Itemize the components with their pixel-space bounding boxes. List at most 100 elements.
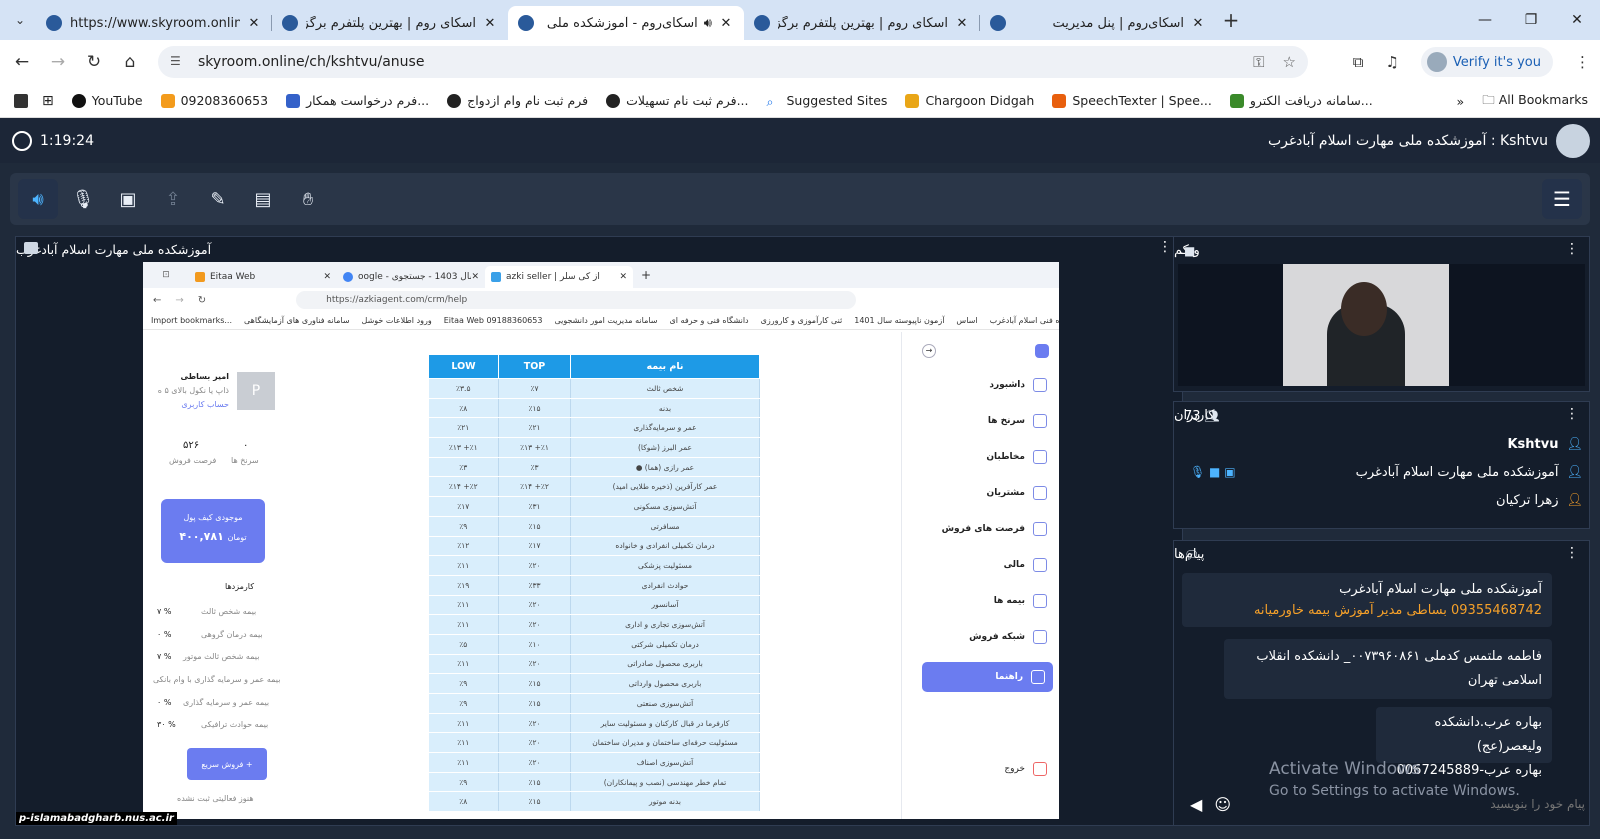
table-row: ٪۱۱ ٪۲۰ مسئولیت حرفه‌ای ساختمان و مدیران س… bbox=[428, 732, 760, 754]
site-info-icon[interactable]: ☰ bbox=[170, 54, 186, 70]
webcam-panel: ■ وبکم ⋮ bbox=[1173, 236, 1590, 392]
nav-opportunities: فرصت های فروش bbox=[942, 514, 1047, 544]
camera-off-icon[interactable]: ▣ bbox=[108, 179, 148, 219]
all-bookmarks[interactable]: 🗀︎ All Bookmarks bbox=[1482, 91, 1588, 112]
table-row: ٪۱۱ ٪۲۰ باربری محصول صادراتی bbox=[428, 654, 760, 675]
address-bar: ← → ↻ ⌂ ☰ skyroom.online/ch/kshtvu/anuse… bbox=[0, 40, 1600, 84]
table-row: ٪۱۱ ٪۲۰ مسئولیت پزشکی bbox=[428, 555, 760, 576]
speaker-toggle-icon[interactable]: 🔊︎ bbox=[18, 179, 58, 219]
raise-hand-icon[interactable]: ✋︎ bbox=[288, 179, 328, 219]
network-icon bbox=[1033, 630, 1047, 644]
room-title: Kshtvu : آموزشکده ملی مهارت اسلام آبادغر… bbox=[1267, 132, 1548, 149]
webcam-feed bbox=[1178, 264, 1585, 386]
gear-green-icon bbox=[1229, 93, 1244, 108]
reload-icon[interactable]: ↻ bbox=[76, 52, 112, 72]
shared-page-body: P امیر بساطی ذاپ یا نکول بالای ۵ ه حساب … bbox=[143, 332, 1059, 819]
bookmark-cooperation-form[interactable]: فرم درخواست همکار... bbox=[286, 93, 429, 108]
bookmark-orange-icon bbox=[160, 93, 175, 108]
browser-menu-icon[interactable]: ⋮ bbox=[1575, 53, 1590, 71]
back-icon[interactable]: ← bbox=[4, 52, 40, 72]
user-row[interactable]: زهرا ترکیان 👤︎ bbox=[1180, 486, 1583, 514]
session-timer: 1:19:24 bbox=[12, 130, 94, 151]
chargoon-icon bbox=[905, 93, 920, 108]
stage-options-icon[interactable]: ⋮ bbox=[1158, 239, 1172, 255]
table-row: ٪۹ ٪۱۵ تمام خطر مهندسی (نصب و پیمانکاران) bbox=[428, 772, 760, 793]
more-bookmarks-icon[interactable]: » bbox=[1457, 94, 1465, 109]
table-row: ٪۳ ٪۳ عمر رازی (هما) ● bbox=[428, 457, 760, 478]
shared-tab-azki: azki seller | از کی سلر ✕ bbox=[485, 266, 633, 288]
bookmark-facilities[interactable]: فرم ثبت نام تسهیلات... bbox=[606, 93, 749, 108]
bookmark-star-icon[interactable]: ☆ bbox=[1283, 53, 1296, 71]
close-tab-icon[interactable]: ✕ bbox=[246, 16, 262, 31]
bookmark-phone[interactable]: 09208360653 bbox=[160, 93, 268, 108]
bookmark-suggested-sites[interactable]: ⌕ Suggested Sites bbox=[767, 93, 888, 109]
table-row: ٪۱۱ ٪۲۰ آتش‌سوزی تجاری و اداری bbox=[428, 614, 760, 635]
message-item: فاطمه ملتمس کدملی ۰۰۷۳۹۶۰۸۶۱_ دانشکده ان… bbox=[1224, 639, 1552, 699]
video-camera-icon: ■ bbox=[1184, 244, 1196, 258]
browser-tab-1[interactable]: https://www.skyroom.online/ch✕ bbox=[36, 6, 272, 40]
bookmark-chargoon[interactable]: Chargoon Didgah bbox=[905, 93, 1034, 108]
verify-button[interactable]: Verify it's you bbox=[1420, 47, 1553, 77]
media-control-icon[interactable]: ♫ bbox=[1385, 53, 1398, 71]
table-row: ٪۸ ٪۱۵ بدنه موتور bbox=[428, 791, 760, 813]
browser-tab-4[interactable]: اسکای روم | بهترین پلتفرم برگزاری✕ bbox=[744, 6, 980, 40]
table-row: ٪۱۲ ٪۱۷ درمان تکمیلی انفرادی و خانواده bbox=[428, 536, 760, 557]
person-icon: 👤︎ bbox=[1566, 492, 1583, 508]
home-icon[interactable]: ⌂ bbox=[112, 52, 148, 72]
insurance-commission-table: LOW TOP نام بیمه ٪۳.۵ ٪۷ شخص ثالث ٪۸ ٪۱۵ بدنه… bbox=[428, 354, 760, 813]
app-logo-icon bbox=[1035, 344, 1049, 358]
table-row: ٪۱۳ +٪۱ ٪۱۳ +٪۱ عمر البرز (شوکا) bbox=[428, 437, 760, 458]
wallet-card: موجودی کیف پول ۴۰۰,۷۸۱ تومان bbox=[161, 499, 265, 563]
bookmarks-bar: ⊞ YouTube 09208360653 فرم درخواست همکار.… bbox=[0, 84, 1600, 118]
close-tab-icon[interactable]: ✕ bbox=[718, 16, 734, 31]
close-tab-icon[interactable]: ✕ bbox=[954, 16, 970, 31]
url-text: skyroom.online/ch/kshtvu/anuse bbox=[198, 54, 425, 70]
hamburger-menu-icon[interactable]: ☰ bbox=[1542, 179, 1582, 219]
user-row[interactable]: 🎙︎ ■ ▣ آموزشکده ملی مهارت اسلام آبادغرب 👤︎ bbox=[1180, 458, 1583, 486]
screen-share-icon[interactable]: ⇪ bbox=[153, 179, 193, 219]
table-row: ٪۳.۵ ٪۷ شخص ثالث bbox=[428, 378, 760, 399]
table-row: ٪۱۱ ٪۲۰ آتش‌سوزی اصناف bbox=[428, 752, 760, 773]
user-avatar[interactable] bbox=[1556, 124, 1590, 158]
new-tab-button[interactable]: + bbox=[1216, 8, 1246, 32]
webcam-options-icon[interactable]: ⋮ bbox=[1565, 241, 1579, 257]
emoji-icon[interactable]: ☺ bbox=[1214, 795, 1231, 814]
browser-tab-2[interactable]: اسکای روم | بهترین پلتفرم برگزاری✕ bbox=[272, 6, 508, 40]
bookmark-electronic[interactable]: سامانه دریافت الکترو... bbox=[1229, 93, 1373, 108]
speaker-icon[interactable]: 🔊︎ bbox=[704, 16, 712, 31]
forward-icon[interactable]: → bbox=[40, 52, 76, 72]
table-row: ٪۱۴ +٪۲ ٪۱۴ +٪۲ عمر کارآفرین (ذخیره طلایی … bbox=[428, 476, 760, 498]
send-icon[interactable]: ◀ bbox=[1190, 795, 1202, 814]
opportunities-icon bbox=[1033, 522, 1047, 536]
browser-tab-5[interactable]: اسکای‌روم | پنل مدیریت ✕ bbox=[980, 6, 1216, 40]
bookmark-blue-icon bbox=[286, 93, 301, 108]
shared-screen: ⊡ Eitaa Web✕ oogle - شعارسال 1403 - جستج… bbox=[143, 262, 1059, 819]
close-window-icon[interactable]: ✕ bbox=[1554, 0, 1600, 40]
bookmark-speechtexter[interactable]: SpeechTexter | Spee... bbox=[1052, 93, 1212, 108]
extensions-icon[interactable]: ⧉ bbox=[1353, 53, 1364, 71]
chat-icon: 💬︎ bbox=[1184, 548, 1200, 562]
password-key-icon[interactable]: ⚿ bbox=[1253, 53, 1264, 71]
shared-tab-bar: ⊡ Eitaa Web✕ oogle - شعارسال 1403 - جستج… bbox=[143, 262, 1059, 288]
person-icon: 👤︎ bbox=[1566, 436, 1583, 452]
tab-search-icon[interactable]: ⌄ bbox=[4, 4, 36, 36]
window-controls: — ❐ ✕ bbox=[1462, 0, 1600, 40]
windows-activation-watermark: Activate Windows Go to Settings to activ… bbox=[1269, 759, 1520, 799]
whiteboard-pen-icon[interactable]: ✎ bbox=[198, 179, 238, 219]
close-tab-icon[interactable]: ✕ bbox=[482, 16, 498, 31]
bookmark-youtube[interactable]: YouTube bbox=[71, 93, 143, 108]
nav-logout: خروج bbox=[1004, 754, 1047, 784]
close-tab-icon[interactable]: ✕ bbox=[1190, 16, 1206, 31]
user-row[interactable]: Kshtvu 👤︎ bbox=[1180, 430, 1583, 458]
side-panel-icon[interactable] bbox=[14, 93, 28, 108]
bookmark-marriage-loan[interactable]: فرم ثبت نام وام ازدواج bbox=[447, 93, 588, 108]
messages-options-icon[interactable]: ⋮ bbox=[1565, 545, 1579, 561]
files-icon[interactable]: ▤ bbox=[243, 179, 283, 219]
restore-icon[interactable]: ❐ bbox=[1508, 0, 1554, 40]
mic-off-icon[interactable]: 🎙︎ bbox=[63, 179, 103, 219]
url-field[interactable]: ☰ skyroom.online/ch/kshtvu/anuse ⚿ ☆ bbox=[158, 46, 1308, 78]
minimize-icon[interactable]: — bbox=[1462, 0, 1508, 40]
browser-tab-3[interactable]: اسکای‌روم - آموزشکده ملی م 🔊︎ ✕ bbox=[508, 6, 744, 40]
apps-icon[interactable]: ⊞ bbox=[42, 93, 54, 109]
users-options-icon[interactable]: ⋮ bbox=[1565, 406, 1579, 422]
